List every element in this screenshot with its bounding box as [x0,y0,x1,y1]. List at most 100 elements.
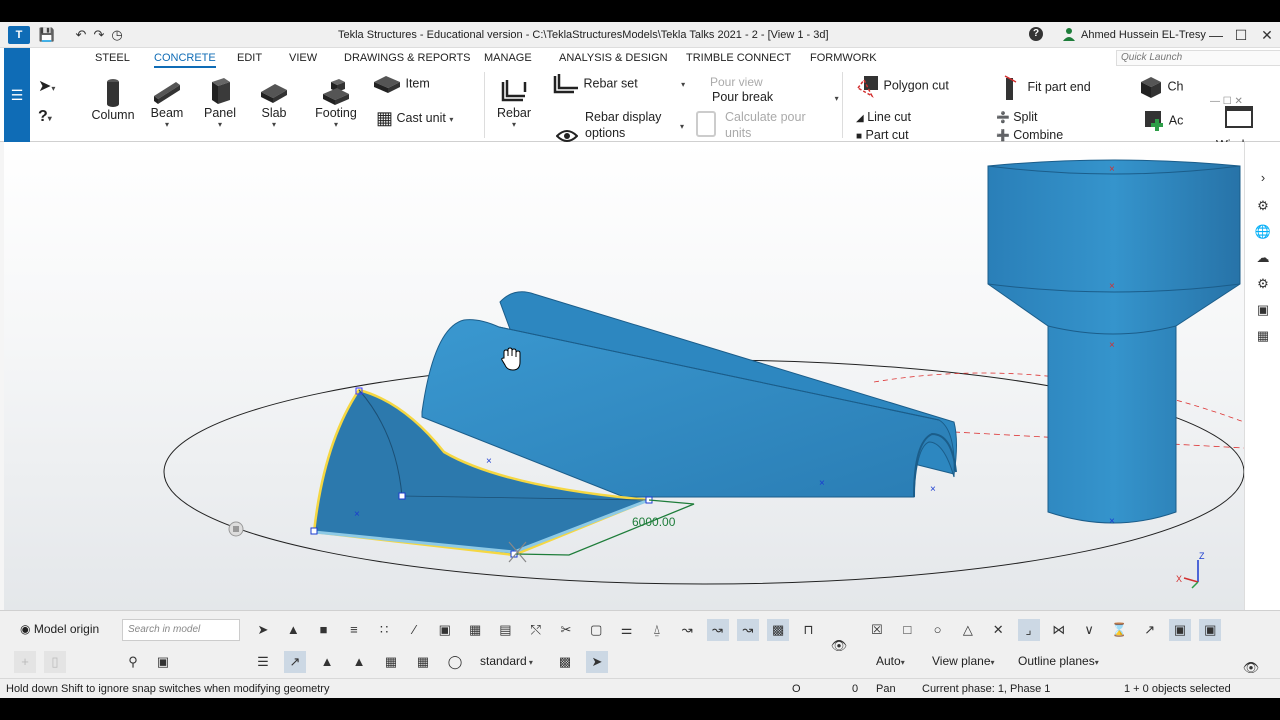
select-pour-icon[interactable]: ↝ [676,619,698,641]
select-cube-icon[interactable]: ▣ [434,619,456,641]
split-button[interactable]: ➗ Split [996,110,1038,124]
select-parts-icon[interactable]: ▲ [282,619,304,641]
select-view-icon[interactable]: ▢ [585,619,607,641]
cast-unit-dropdown-icon[interactable]: ▾ [449,115,453,124]
select-drawing-icon[interactable]: ▩ [767,619,790,641]
tab-concrete[interactable]: CONCRETE [154,48,216,68]
cloud-icon[interactable]: ☁ [1253,248,1273,268]
rebar-set-button[interactable]: Rebar set ▾ [552,72,685,96]
panel-dropdown-icon[interactable]: ▾ [200,120,240,129]
snap-free-icon[interactable]: ↗ [1139,619,1161,641]
redo-icon[interactable]: ↷ [90,26,108,44]
select-objects-icon[interactable]: ■ [313,619,335,641]
snap-override-icon[interactable]: ▣ [1169,619,1191,641]
rebar-button[interactable]: Rebar ▾ [494,76,534,129]
properties-icon[interactable]: ⚙ [1253,196,1273,216]
rebar-set-dropdown-icon[interactable]: ▾ [681,80,685,89]
handle-point[interactable] [310,527,318,535]
select-grid-icon[interactable]: ≡ [343,619,365,641]
close-icon[interactable]: ✕ [1254,22,1280,48]
select-grid-mesh-icon[interactable]: ▦ [464,619,486,641]
snap-angle-icon[interactable]: ∨ [1078,619,1100,641]
footing-dropdown-icon[interactable]: ▾ [310,120,362,129]
select-weld-icon[interactable]: ⤲ [525,619,547,641]
model-canvas[interactable]: 6000.00 × × × × × × × × Z X [4,142,1244,610]
snap-intersection-icon[interactable]: ✕ [987,619,1009,641]
rebar-display-options-button[interactable]: Rebar display options [585,109,661,141]
tab-drawings-reports[interactable]: DRAWINGS & REPORTS [344,48,471,68]
view-plane-dropdown[interactable]: View plane▾ [926,651,1002,673]
search-in-model-input[interactable]: Search in model [122,619,240,641]
add-icon[interactable]: + [14,651,36,673]
expand-panel-icon[interactable]: › [1253,168,1273,188]
item-button[interactable]: Item [372,74,430,94]
delete-icon[interactable]: ▯ [44,651,66,673]
work-area-icon[interactable]: ▲ [316,651,338,673]
auto-dropdown[interactable]: Auto▾ [870,651,918,673]
dimension-label[interactable]: 6000.00 [632,515,676,529]
part-cut-button[interactable]: ■ Part cut [856,128,909,142]
components-icon[interactable]: ▦ [1253,326,1273,346]
select-assembly-icon[interactable]: ⚌ [616,619,638,641]
menu-icon[interactable]: ☰ [4,48,30,142]
snap-triangle-icon[interactable]: △ [957,619,979,641]
quick-launch-input[interactable]: Quick Launch ⚲ [1116,50,1280,66]
snap-square-icon[interactable]: □ [896,619,918,641]
select-line-icon[interactable]: ⁄ [404,619,426,641]
work-plane-icon[interactable]: ▲ [348,651,370,673]
snap-hourglass-icon[interactable]: ⌛ [1108,619,1130,641]
polygon-cut-button[interactable]: Polygon cut [856,74,949,98]
combine-button[interactable]: ➕ Combine [996,128,1063,142]
window-button[interactable] [1212,106,1266,128]
select-cut-icon[interactable]: ✂ [555,619,577,641]
status-phase[interactable]: Current phase: 1, Phase 1 [922,679,1050,698]
select-reinforcement-icon[interactable]: ↝ [706,619,729,641]
ac-button[interactable]: Ac [1144,110,1183,132]
select-surface-icon[interactable]: ↝ [736,619,759,641]
undo-icon[interactable]: ↶ [72,26,90,44]
snap-extension-icon[interactable]: ⋈ [1048,619,1070,641]
standard-dropdown[interactable]: standard ▾ [474,651,544,673]
pour-view-button[interactable]: Pour view [696,75,763,89]
select-rebar-icon[interactable]: ▤ [494,619,516,641]
fit-work-area-icon[interactable]: ▦ [380,651,402,673]
select-arrow-icon[interactable]: ➤▾ [38,76,55,96]
pour-break-button[interactable]: Pour break ▾ [696,90,839,104]
cast-unit-button[interactable]: ▦ Cast unit ▾ [376,108,453,129]
pour-break-dropdown-icon[interactable]: ▾ [835,94,839,103]
zoom-selection-icon[interactable]: ▣ [152,651,174,673]
fit-part-end-button[interactable]: Fit part end [1004,74,1091,102]
pattern-icon[interactable]: ▩ [554,651,576,673]
select-icon[interactable]: ➤ [252,619,274,641]
outline-planes-dropdown[interactable]: Outline planes▾ [1012,651,1112,673]
ch-button[interactable]: Ch [1138,74,1183,100]
select-detail-icon[interactable]: ⊓ [797,619,819,641]
globe-icon[interactable]: 🌐 [1253,222,1273,242]
tab-trimble-connect[interactable]: TRIMBLE CONNECT [686,48,791,68]
visibility-icon[interactable]: 👁 [1240,657,1262,679]
tekla-logo-icon[interactable]: T [8,26,30,44]
column-button[interactable]: Column [90,78,136,122]
minimize-icon[interactable]: — [1203,22,1229,48]
beam-button[interactable]: Beam ▾ [146,78,188,129]
handle-point[interactable] [398,492,406,500]
rebar-dropdown-icon[interactable]: ▾ [494,120,534,129]
view-rotate-icon[interactable]: ◯ [444,651,466,673]
snap-perpendicular-icon[interactable]: ⌟ [1017,619,1040,641]
visibility-icon[interactable]: 👁 [828,635,850,657]
tab-analysis-design[interactable]: ANALYSIS & DESIGN [559,48,668,68]
cube-icon[interactable]: ▣ [1253,300,1273,320]
select-component-icon[interactable]: ⍙ [646,619,668,641]
select-bolts-icon[interactable]: ∷ [373,619,395,641]
layers-icon[interactable]: ☰ [252,651,274,673]
panel-button[interactable]: Panel ▾ [200,76,240,129]
3d-model-view[interactable]: 6000.00 × × × × × × × × Z X [4,142,1244,610]
save-icon[interactable]: 💾 [38,26,56,44]
selection-pointer-icon[interactable]: ➤ [586,651,608,673]
slab-button[interactable]: Slab ▾ [254,78,294,129]
search-icon[interactable]: ⚲ [122,651,144,673]
tab-edit[interactable]: EDIT [237,48,262,68]
help-icon[interactable]: ? [1029,27,1043,41]
snap-geometry-icon[interactable]: ▣ [1199,619,1222,641]
tab-steel[interactable]: STEEL [95,48,130,68]
